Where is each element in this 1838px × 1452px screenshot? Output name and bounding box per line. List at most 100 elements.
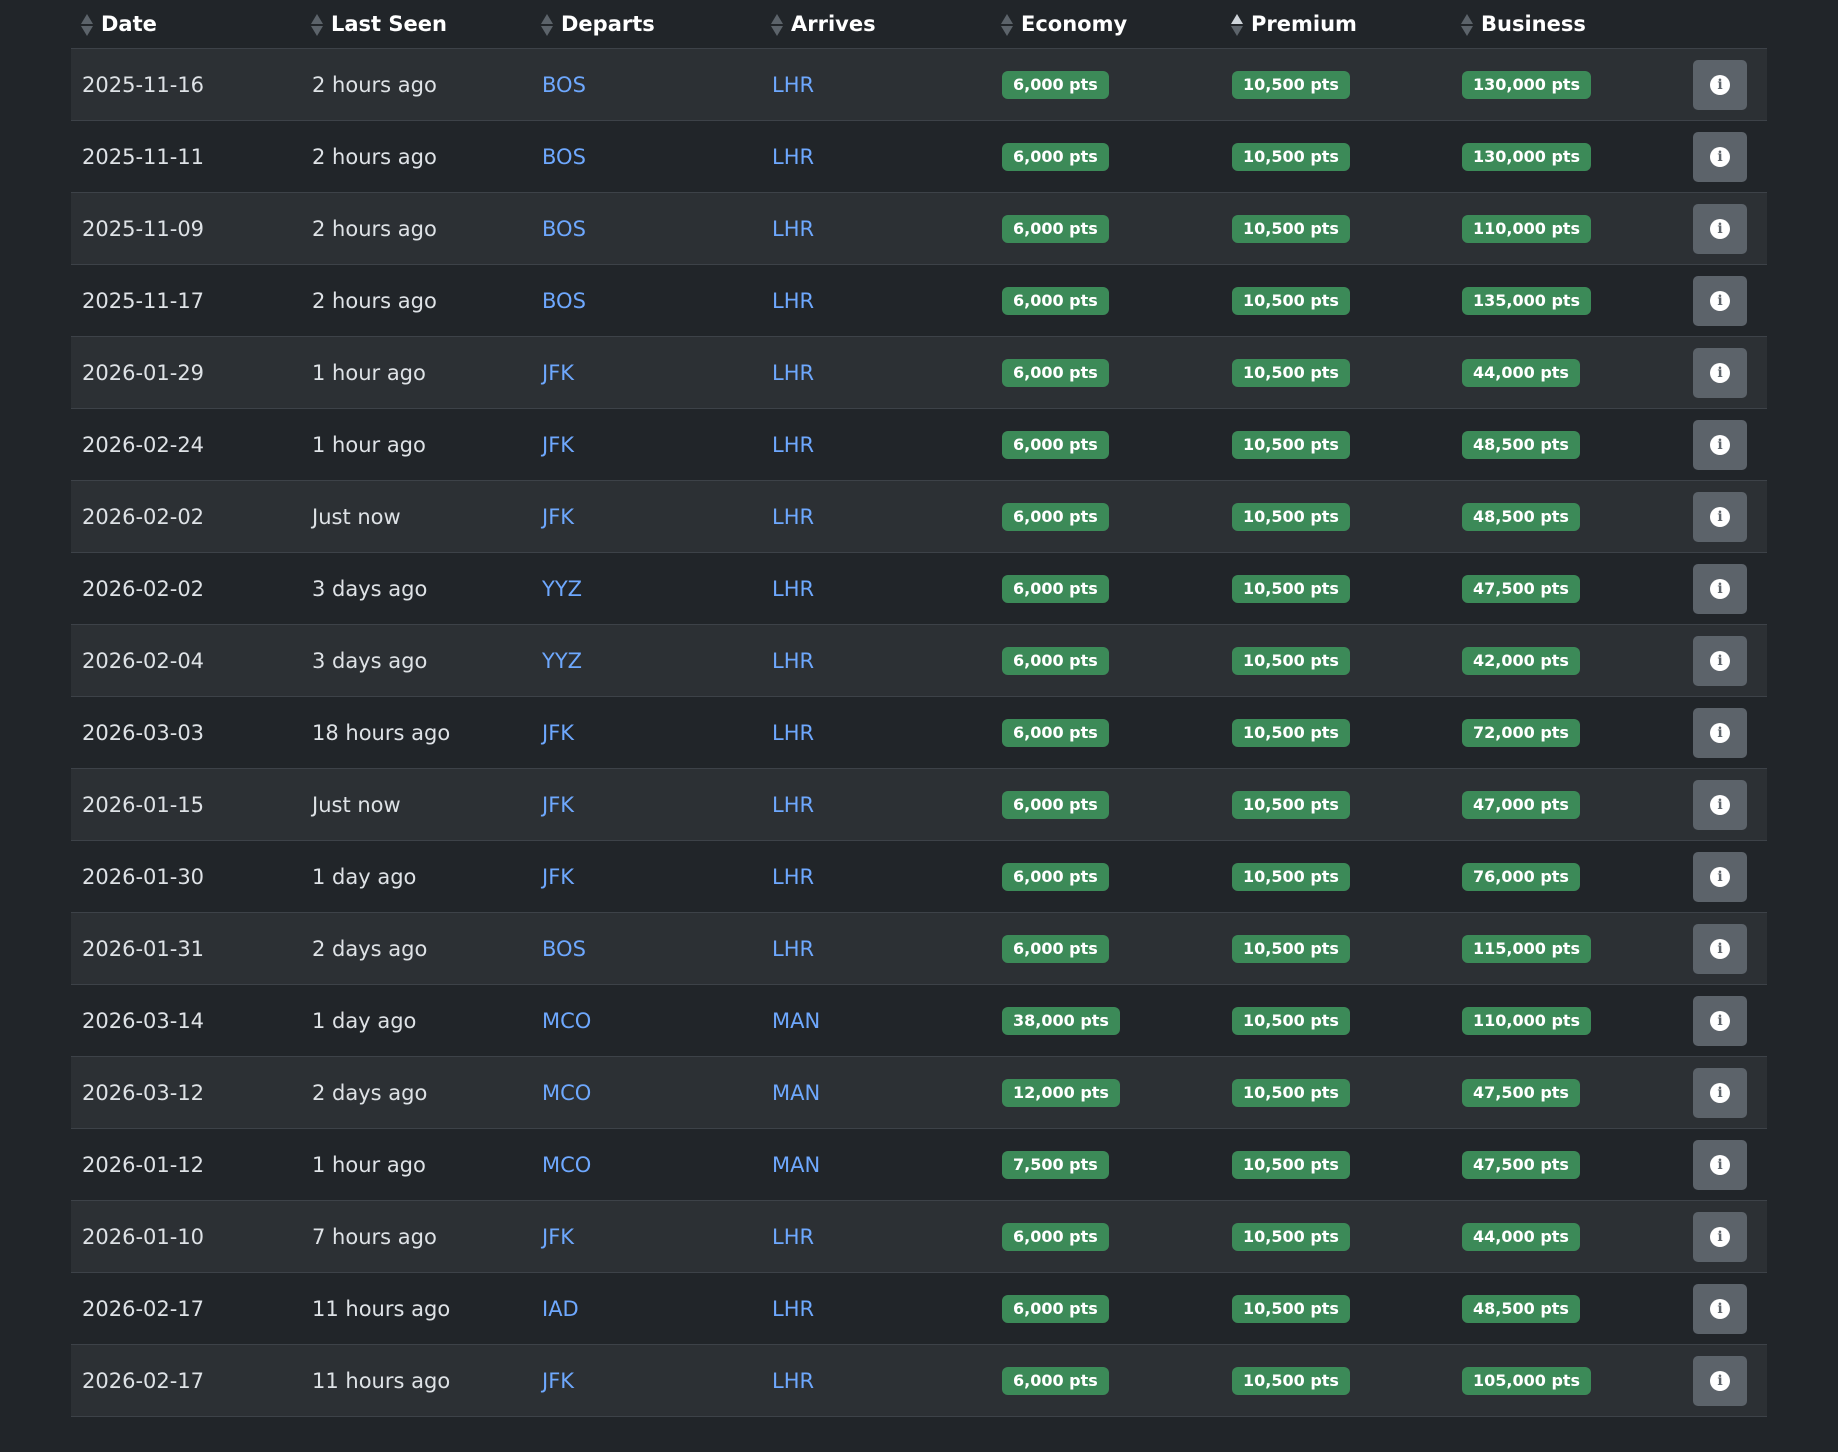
arrives-link[interactable]: LHR (772, 721, 814, 745)
arrives-link[interactable]: LHR (772, 793, 814, 817)
info-button[interactable]: i (1693, 203, 1747, 254)
column-header-business[interactable]: Business (1451, 0, 1681, 49)
departs-link[interactable]: MCO (542, 1009, 591, 1033)
arrives-link[interactable]: LHR (772, 145, 814, 169)
info-button[interactable]: i (1693, 635, 1747, 686)
departs-cell: JFK (531, 768, 761, 841)
arrives-link[interactable]: LHR (772, 937, 814, 961)
info-circle-icon: i (1710, 218, 1730, 239)
business-cell: 135,000 pts (1451, 264, 1681, 337)
arrives-cell: LHR (761, 336, 991, 409)
premium-price-badge: 10,500 pts (1232, 1294, 1350, 1323)
business-cell: 110,000 pts (1451, 984, 1681, 1057)
departs-link[interactable]: YYZ (542, 577, 582, 601)
arrives-link[interactable]: MAN (772, 1153, 820, 1177)
premium-cell: 10,500 pts (1221, 1056, 1451, 1129)
arrives-link[interactable]: LHR (772, 1297, 814, 1321)
info-button[interactable]: i (1693, 59, 1747, 110)
info-button[interactable]: i (1693, 1067, 1747, 1118)
last-seen-cell: 2 hours ago (301, 48, 531, 121)
arrives-cell: LHR (761, 552, 991, 625)
arrives-link[interactable]: LHR (772, 289, 814, 313)
departs-link[interactable]: BOS (542, 145, 586, 169)
arrives-link[interactable]: LHR (772, 1225, 814, 1249)
departs-link[interactable]: MCO (542, 1153, 591, 1177)
arrives-link[interactable]: LHR (772, 577, 814, 601)
info-button[interactable]: i (1693, 851, 1747, 902)
column-header-last-seen[interactable]: Last Seen (301, 0, 531, 49)
table-row: 2026-01-15 Just now JFK LHR 6,000 pts 10,500 … (71, 768, 1767, 841)
business-cell: 130,000 pts (1451, 48, 1681, 121)
departs-link[interactable]: IAD (542, 1297, 579, 1321)
arrives-link[interactable]: MAN (772, 1009, 820, 1033)
info-button[interactable]: i (1693, 491, 1747, 542)
premium-cell: 10,500 pts (1221, 48, 1451, 121)
info-button[interactable]: i (1693, 563, 1747, 614)
column-header-premium[interactable]: Premium (1221, 0, 1451, 49)
premium-cell: 10,500 pts (1221, 1344, 1451, 1417)
info-button[interactable]: i (1693, 707, 1747, 758)
column-header-date[interactable]: Date (71, 0, 301, 49)
sort-icon (1001, 13, 1013, 37)
info-button[interactable]: i (1693, 419, 1747, 470)
economy-cell: 6,000 pts (991, 840, 1221, 913)
premium-price-badge: 10,500 pts (1232, 1366, 1350, 1395)
arrives-link[interactable]: LHR (772, 1369, 814, 1393)
info-button[interactable]: i (1693, 995, 1747, 1046)
departs-link[interactable]: JFK (542, 433, 574, 457)
departs-link[interactable]: JFK (542, 865, 574, 889)
departs-link[interactable]: JFK (542, 505, 574, 529)
arrives-link[interactable]: LHR (772, 433, 814, 457)
last-seen-cell: 2 days ago (301, 912, 531, 985)
departs-link[interactable]: BOS (542, 289, 586, 313)
departs-link[interactable]: YYZ (542, 649, 582, 673)
premium-cell: 10,500 pts (1221, 408, 1451, 481)
column-header-departs[interactable]: Departs (531, 0, 761, 49)
info-button[interactable]: i (1693, 347, 1747, 398)
info-button[interactable]: i (1693, 131, 1747, 182)
arrives-link[interactable]: LHR (772, 865, 814, 889)
arrives-link[interactable]: LHR (772, 505, 814, 529)
departs-link[interactable]: JFK (542, 361, 574, 385)
departs-link[interactable]: JFK (542, 793, 574, 817)
arrives-link[interactable]: LHR (772, 217, 814, 241)
economy-price-badge: 6,000 pts (1002, 934, 1109, 963)
table-row: 2026-01-29 1 hour ago JFK LHR 6,000 pts 10,50… (71, 336, 1767, 409)
info-circle-icon: i (1710, 1082, 1730, 1103)
departs-link[interactable]: JFK (542, 1369, 574, 1393)
arrives-link[interactable]: LHR (772, 361, 814, 385)
actions-cell: i (1681, 1128, 1767, 1201)
info-button[interactable]: i (1693, 1355, 1747, 1406)
date-cell: 2026-02-24 (71, 408, 301, 481)
arrives-link[interactable]: MAN (772, 1081, 820, 1105)
info-button[interactable]: i (1693, 779, 1747, 830)
economy-price-badge: 6,000 pts (1002, 1222, 1109, 1251)
info-button[interactable]: i (1693, 923, 1747, 974)
departs-link[interactable]: BOS (542, 937, 586, 961)
info-button[interactable]: i (1693, 1139, 1747, 1190)
departs-link[interactable]: MCO (542, 1081, 591, 1105)
departs-cell: JFK (531, 480, 761, 553)
date-cell: 2026-02-17 (71, 1344, 301, 1417)
departs-link[interactable]: JFK (542, 721, 574, 745)
date-cell: 2025-11-11 (71, 120, 301, 193)
actions-cell: i (1681, 840, 1767, 913)
departs-cell: YYZ (531, 552, 761, 625)
economy-cell: 6,000 pts (991, 912, 1221, 985)
departs-link[interactable]: JFK (542, 1225, 574, 1249)
info-circle-icon: i (1710, 650, 1730, 671)
arrives-link[interactable]: LHR (772, 73, 814, 97)
premium-price-badge: 10,500 pts (1232, 646, 1350, 675)
info-button[interactable]: i (1693, 275, 1747, 326)
departs-link[interactable]: BOS (542, 217, 586, 241)
info-button[interactable]: i (1693, 1283, 1747, 1334)
arrives-link[interactable]: LHR (772, 649, 814, 673)
column-header-economy[interactable]: Economy (991, 0, 1221, 49)
last-seen-cell: 1 hour ago (301, 408, 531, 481)
economy-cell: 6,000 pts (991, 48, 1221, 121)
date-cell: 2026-02-17 (71, 1272, 301, 1345)
arrives-cell: LHR (761, 48, 991, 121)
departs-link[interactable]: BOS (542, 73, 586, 97)
info-button[interactable]: i (1693, 1211, 1747, 1262)
column-header-arrives[interactable]: Arrives (761, 0, 991, 49)
